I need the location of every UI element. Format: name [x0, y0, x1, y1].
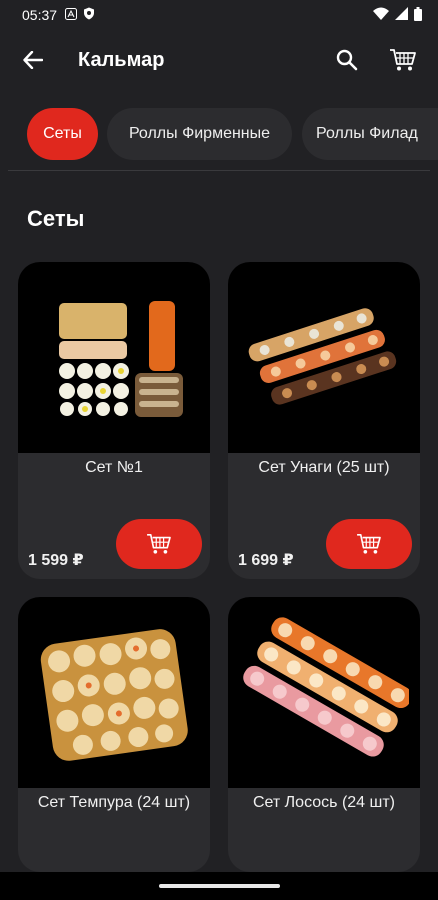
product-image: [18, 262, 210, 453]
product-image: [228, 262, 420, 453]
cart-button[interactable]: [386, 43, 420, 77]
app-bar: Кальмар: [0, 30, 438, 90]
home-gesture-handle[interactable]: [159, 884, 280, 888]
page-title: Кальмар: [78, 48, 165, 71]
status-time: 05:37: [22, 7, 58, 23]
product-card[interactable]: Сет Лосось (24 шт): [228, 597, 420, 872]
system-nav-bar: [0, 872, 438, 900]
arrow-left-icon: [23, 51, 43, 69]
shield-icon: [83, 7, 95, 23]
product-card[interactable]: Сет Унаги (25 шт) 1 699 ₽: [228, 262, 420, 579]
product-image: [18, 597, 210, 788]
wifi-icon: [373, 7, 389, 23]
cart-icon: [390, 49, 416, 71]
tab-philadelphia-rolls[interactable]: Роллы Филад: [302, 108, 438, 160]
search-button[interactable]: [330, 43, 364, 77]
divider: [8, 170, 430, 171]
product-name: Сет Лосось (24 шт): [252, 794, 395, 811]
tab-sets[interactable]: Сеты: [27, 108, 98, 160]
product-name: Сет №1: [85, 459, 143, 476]
add-to-cart-button[interactable]: [326, 519, 412, 569]
cart-icon: [147, 534, 171, 554]
product-price: 1 699 ₽: [238, 552, 294, 569]
product-image: [228, 597, 420, 788]
product-price: 1 599 ₽: [28, 552, 84, 569]
add-to-cart-button[interactable]: [116, 519, 202, 569]
signal-icon: [395, 7, 408, 23]
product-name: Сет Темпура (24 шт): [37, 794, 191, 811]
tab-signature-rolls[interactable]: Роллы Фирменные: [107, 108, 292, 160]
product-card[interactable]: Сет Темпура (24 шт): [18, 597, 210, 872]
category-tabs: Сеты Роллы Фирменные Роллы Филад: [0, 108, 438, 162]
product-name: Сет Унаги (25 шт): [258, 459, 390, 476]
search-icon: [336, 49, 358, 71]
back-button[interactable]: [16, 43, 50, 77]
product-card[interactable]: Сет №1 1 599 ₽: [18, 262, 210, 579]
cart-icon: [357, 534, 381, 554]
status-bar: 05:37: [0, 0, 438, 30]
section-title: Сеты: [27, 206, 85, 231]
notification-a-icon: [65, 7, 78, 23]
battery-icon: [414, 6, 422, 24]
